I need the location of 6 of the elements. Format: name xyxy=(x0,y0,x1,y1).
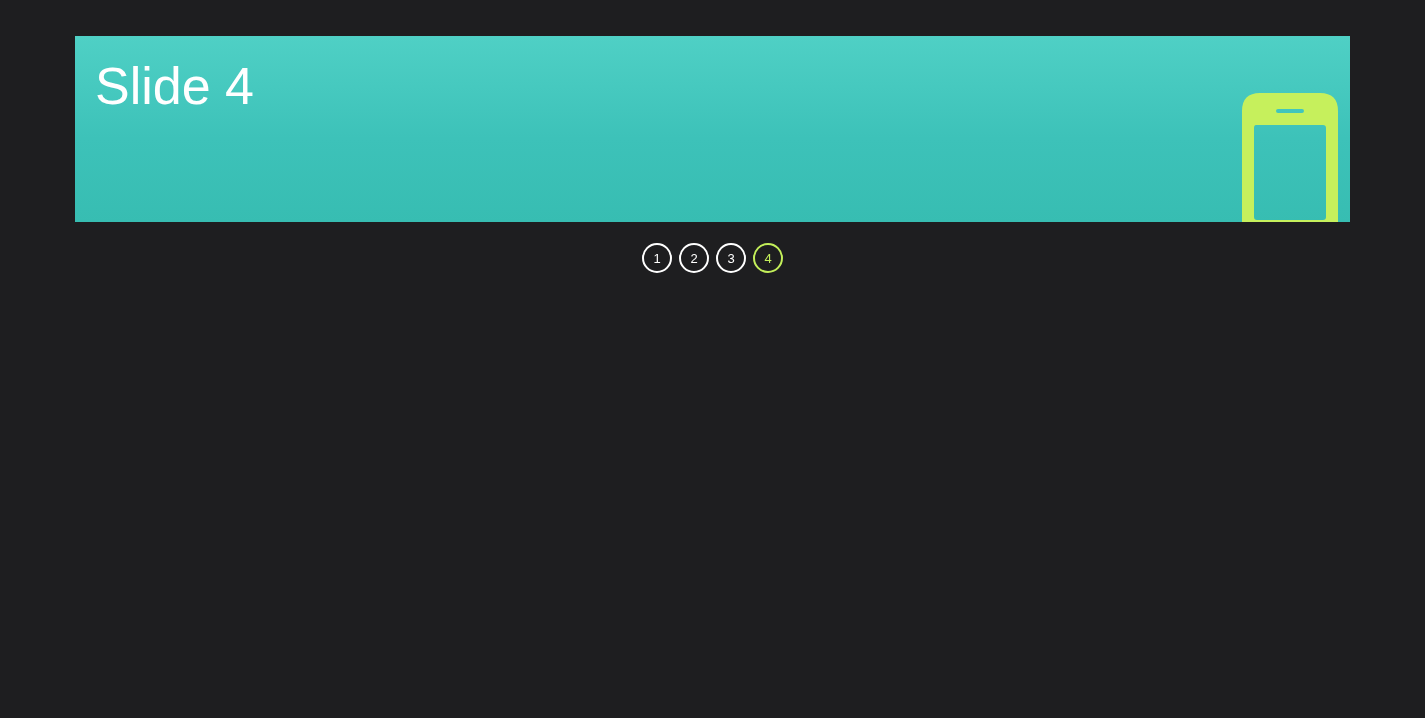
slide-title: Slide 4 xyxy=(95,60,254,112)
page-dot[interactable]: 2 xyxy=(679,243,709,273)
phone-icon xyxy=(1242,93,1338,222)
page-dot[interactable]: 4 xyxy=(753,243,783,273)
page-dot[interactable]: 1 xyxy=(642,243,672,273)
page-dot[interactable]: 3 xyxy=(716,243,746,273)
